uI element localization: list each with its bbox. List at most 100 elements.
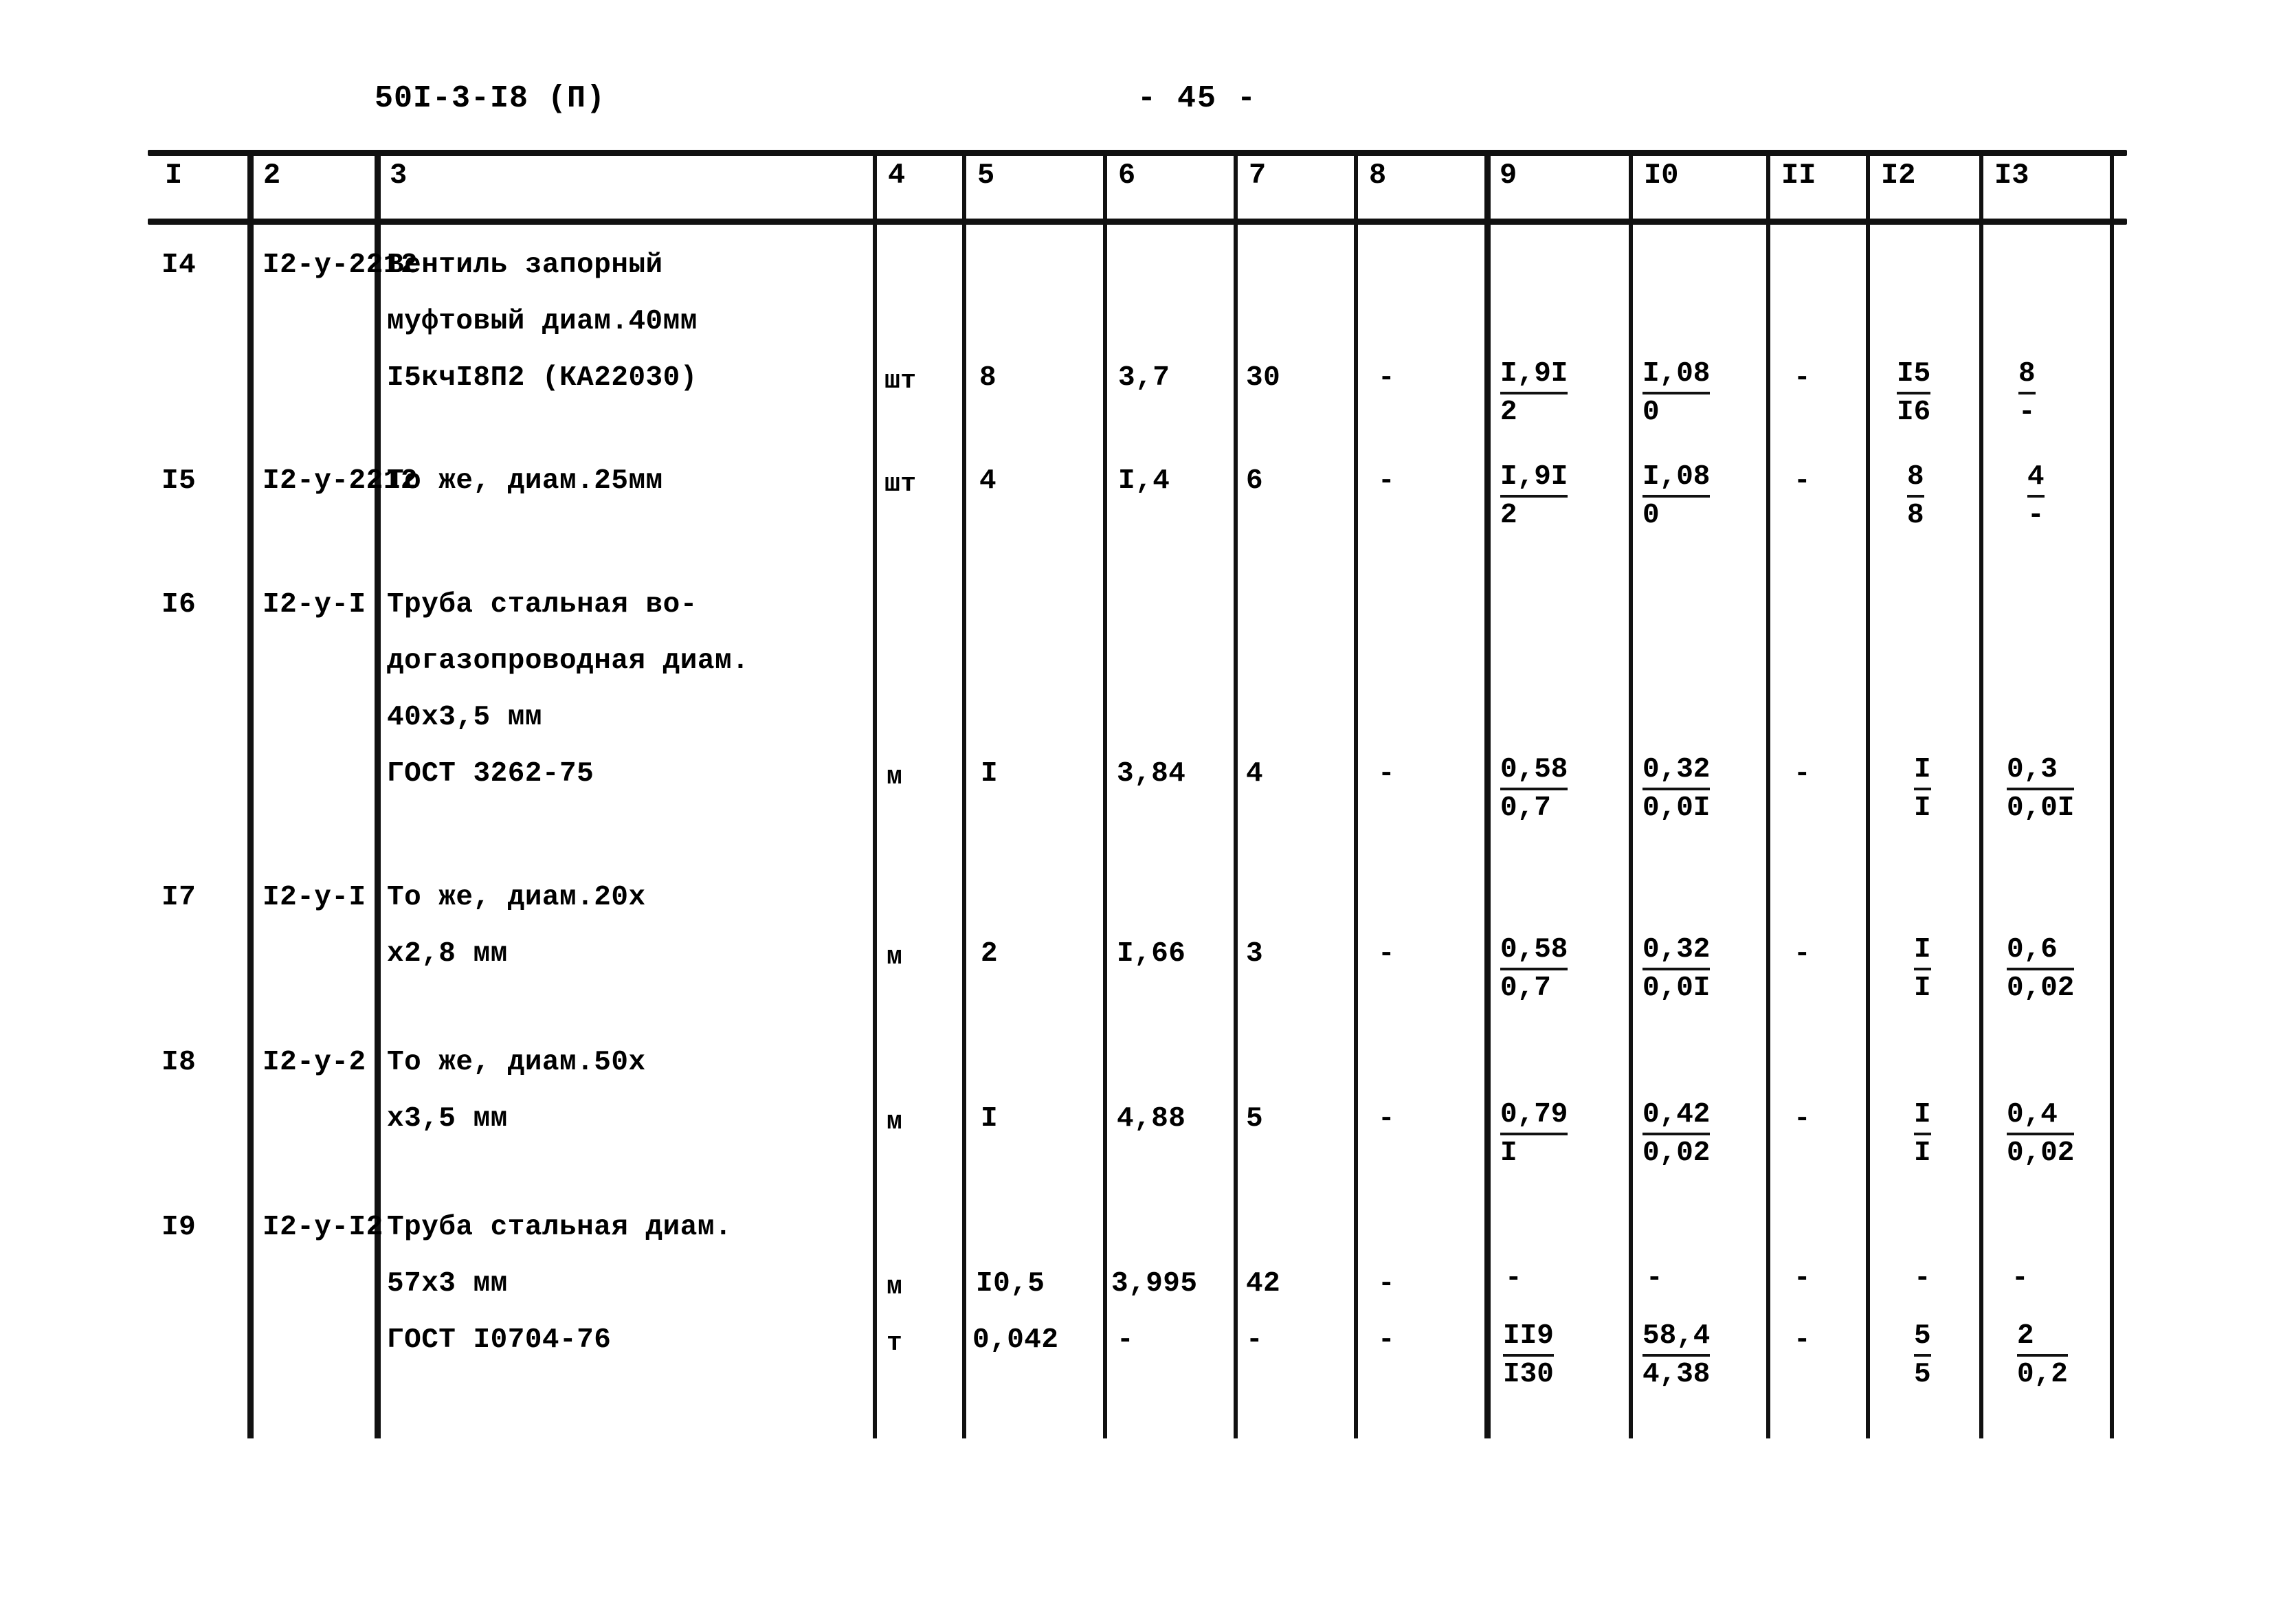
fraction-denominator: I — [1914, 1137, 1931, 1169]
fraction-denominator: 4,38 — [1642, 1359, 1711, 1390]
table-row: 0,3 0,0I — [2007, 756, 2075, 824]
fraction-denominator: 0,7 — [1500, 972, 1551, 1004]
table-row: - — [1246, 1324, 1263, 1356]
fraction-numerator: II9 — [1503, 1322, 1554, 1357]
table-row: 40х3,5 мм — [387, 702, 542, 733]
table-row: Вентиль запорный — [387, 249, 663, 281]
table-row: - — [2012, 1263, 2029, 1294]
fraction-numerator: I — [1914, 756, 1931, 790]
table-row: Труба стальная диам. — [387, 1212, 733, 1243]
fraction-numerator: I — [1914, 936, 1931, 970]
column-divider-8 — [1484, 150, 1491, 1438]
fraction-denominator: 0,02 — [1642, 1137, 1711, 1169]
table-row: I2-у-2 — [263, 1047, 366, 1078]
table-row: 0,58 0,7 — [1500, 756, 1568, 823]
table-row: I I — [1914, 756, 1931, 823]
table-row: I — [981, 1103, 999, 1135]
table-row: - — [1646, 1263, 1663, 1294]
table-row: То же, диам.20х — [387, 882, 646, 913]
table-row: 2 0,2 — [2017, 1322, 2068, 1389]
table-row: 0,6 0,02 — [2007, 936, 2075, 1004]
table-row: 8 8 — [1907, 463, 1924, 530]
table-row: I5кчI8П2 (КА22030) — [387, 362, 698, 394]
column-divider-2 — [375, 150, 381, 1438]
fraction-numerator: 0,79 — [1500, 1101, 1568, 1135]
column-divider-11 — [1866, 150, 1870, 1438]
table-row: т — [887, 1328, 903, 1358]
table-row: I0,5 — [976, 1268, 1045, 1300]
fraction-denominator: 0,02 — [2007, 972, 2075, 1004]
table-row: I2-у-I — [263, 882, 366, 913]
column-header-3: 3 — [390, 159, 408, 192]
fraction-denominator: I30 — [1503, 1359, 1554, 1390]
table-row: 0,042 — [972, 1324, 1059, 1356]
fraction-numerator: 0,42 — [1642, 1101, 1711, 1135]
table-row: I I — [1914, 936, 1931, 1003]
table-row: 0,4 0,02 — [2007, 1101, 2075, 1169]
table-row: I I — [1914, 1101, 1931, 1168]
fraction-denominator: 0,0I — [2007, 792, 2075, 824]
column-header-9: 9 — [1500, 159, 1517, 192]
table-row: - — [1378, 758, 1395, 790]
table-row: - — [1378, 465, 1395, 497]
document-page: 50I-3-I8 (П) - 45 - I 2 3 4 5 6 7 8 9 I0… — [0, 0, 2272, 1624]
table-row: шт — [884, 469, 917, 499]
table-row: м — [887, 762, 903, 792]
column-divider-4 — [962, 150, 966, 1438]
fraction-denominator: 0,02 — [2007, 1137, 2075, 1169]
table-row: м — [887, 1272, 903, 1302]
table-row: I5 — [162, 465, 197, 497]
fraction-denominator: 2 — [1500, 397, 1517, 428]
table-row: 0,79 I — [1500, 1101, 1568, 1168]
fraction-numerator: I,9I — [1500, 463, 1568, 498]
table-row: 30 — [1246, 362, 1281, 394]
table-row: - — [1794, 1324, 1811, 1356]
table-row: I,08 0 — [1642, 463, 1711, 531]
column-header-8: 8 — [1369, 159, 1387, 192]
fraction-numerator: 0,4 — [2007, 1101, 2075, 1135]
fraction-denominator: - — [2018, 397, 2036, 428]
column-header-6: 6 — [1118, 159, 1136, 192]
column-divider-6 — [1234, 150, 1238, 1438]
table-row: - — [1378, 1324, 1395, 1356]
fraction-denominator: 0,0I — [1642, 792, 1711, 824]
column-divider-9 — [1629, 150, 1633, 1438]
fraction-numerator: 0,58 — [1500, 756, 1568, 790]
table-row: То же, диам.50х — [387, 1047, 646, 1078]
column-divider-1 — [247, 150, 254, 1438]
page-header: 50I-3-I8 (П) - 45 - — [0, 81, 2272, 129]
fraction-numerator: 0,58 — [1500, 936, 1568, 970]
table-row: I2-у-I2 — [263, 1212, 383, 1243]
fraction-numerator: 0,32 — [1642, 756, 1711, 790]
table-row: 3,84 — [1117, 758, 1186, 790]
fraction-numerator: 8 — [1907, 463, 1924, 498]
table-row: Труба стальная во- — [387, 589, 698, 621]
table-row: ГОСТ I0704-76 — [387, 1324, 612, 1356]
table-row: I,08 0 — [1642, 360, 1711, 428]
table-row: ГОСТ 3262-75 — [387, 758, 594, 790]
table-row: - — [1505, 1263, 1522, 1294]
column-header-11: II — [1781, 159, 1816, 192]
fraction-denominator: 0,7 — [1500, 792, 1551, 824]
table-row: - — [1794, 938, 1811, 970]
column-divider-13 — [2110, 150, 2114, 1438]
table-row: 5 — [1246, 1103, 1264, 1135]
table-row: - — [1794, 465, 1811, 497]
table-row: I4 — [162, 249, 197, 281]
table-row: I2-у-I — [263, 589, 366, 621]
table-top-rule — [148, 150, 2127, 156]
table-row: догазопроводная диам. — [387, 645, 750, 677]
fraction-denominator: 0 — [1642, 500, 1660, 531]
table-row: - — [1378, 1268, 1395, 1300]
table-row: х2,8 мм — [387, 938, 508, 970]
table-row: - — [1117, 1324, 1134, 1356]
fraction-denominator: I6 — [1897, 397, 1931, 428]
table-row: II9 I30 — [1503, 1322, 1554, 1389]
column-divider-5 — [1103, 150, 1107, 1438]
fraction-denominator: 8 — [1907, 500, 1924, 531]
table-row: I6 — [162, 589, 197, 621]
fraction-numerator: I,08 — [1642, 463, 1711, 498]
column-header-13: I3 — [1994, 159, 2029, 192]
fraction-numerator: I5 — [1897, 360, 1931, 394]
fraction-denominator: 0 — [1642, 397, 1660, 428]
